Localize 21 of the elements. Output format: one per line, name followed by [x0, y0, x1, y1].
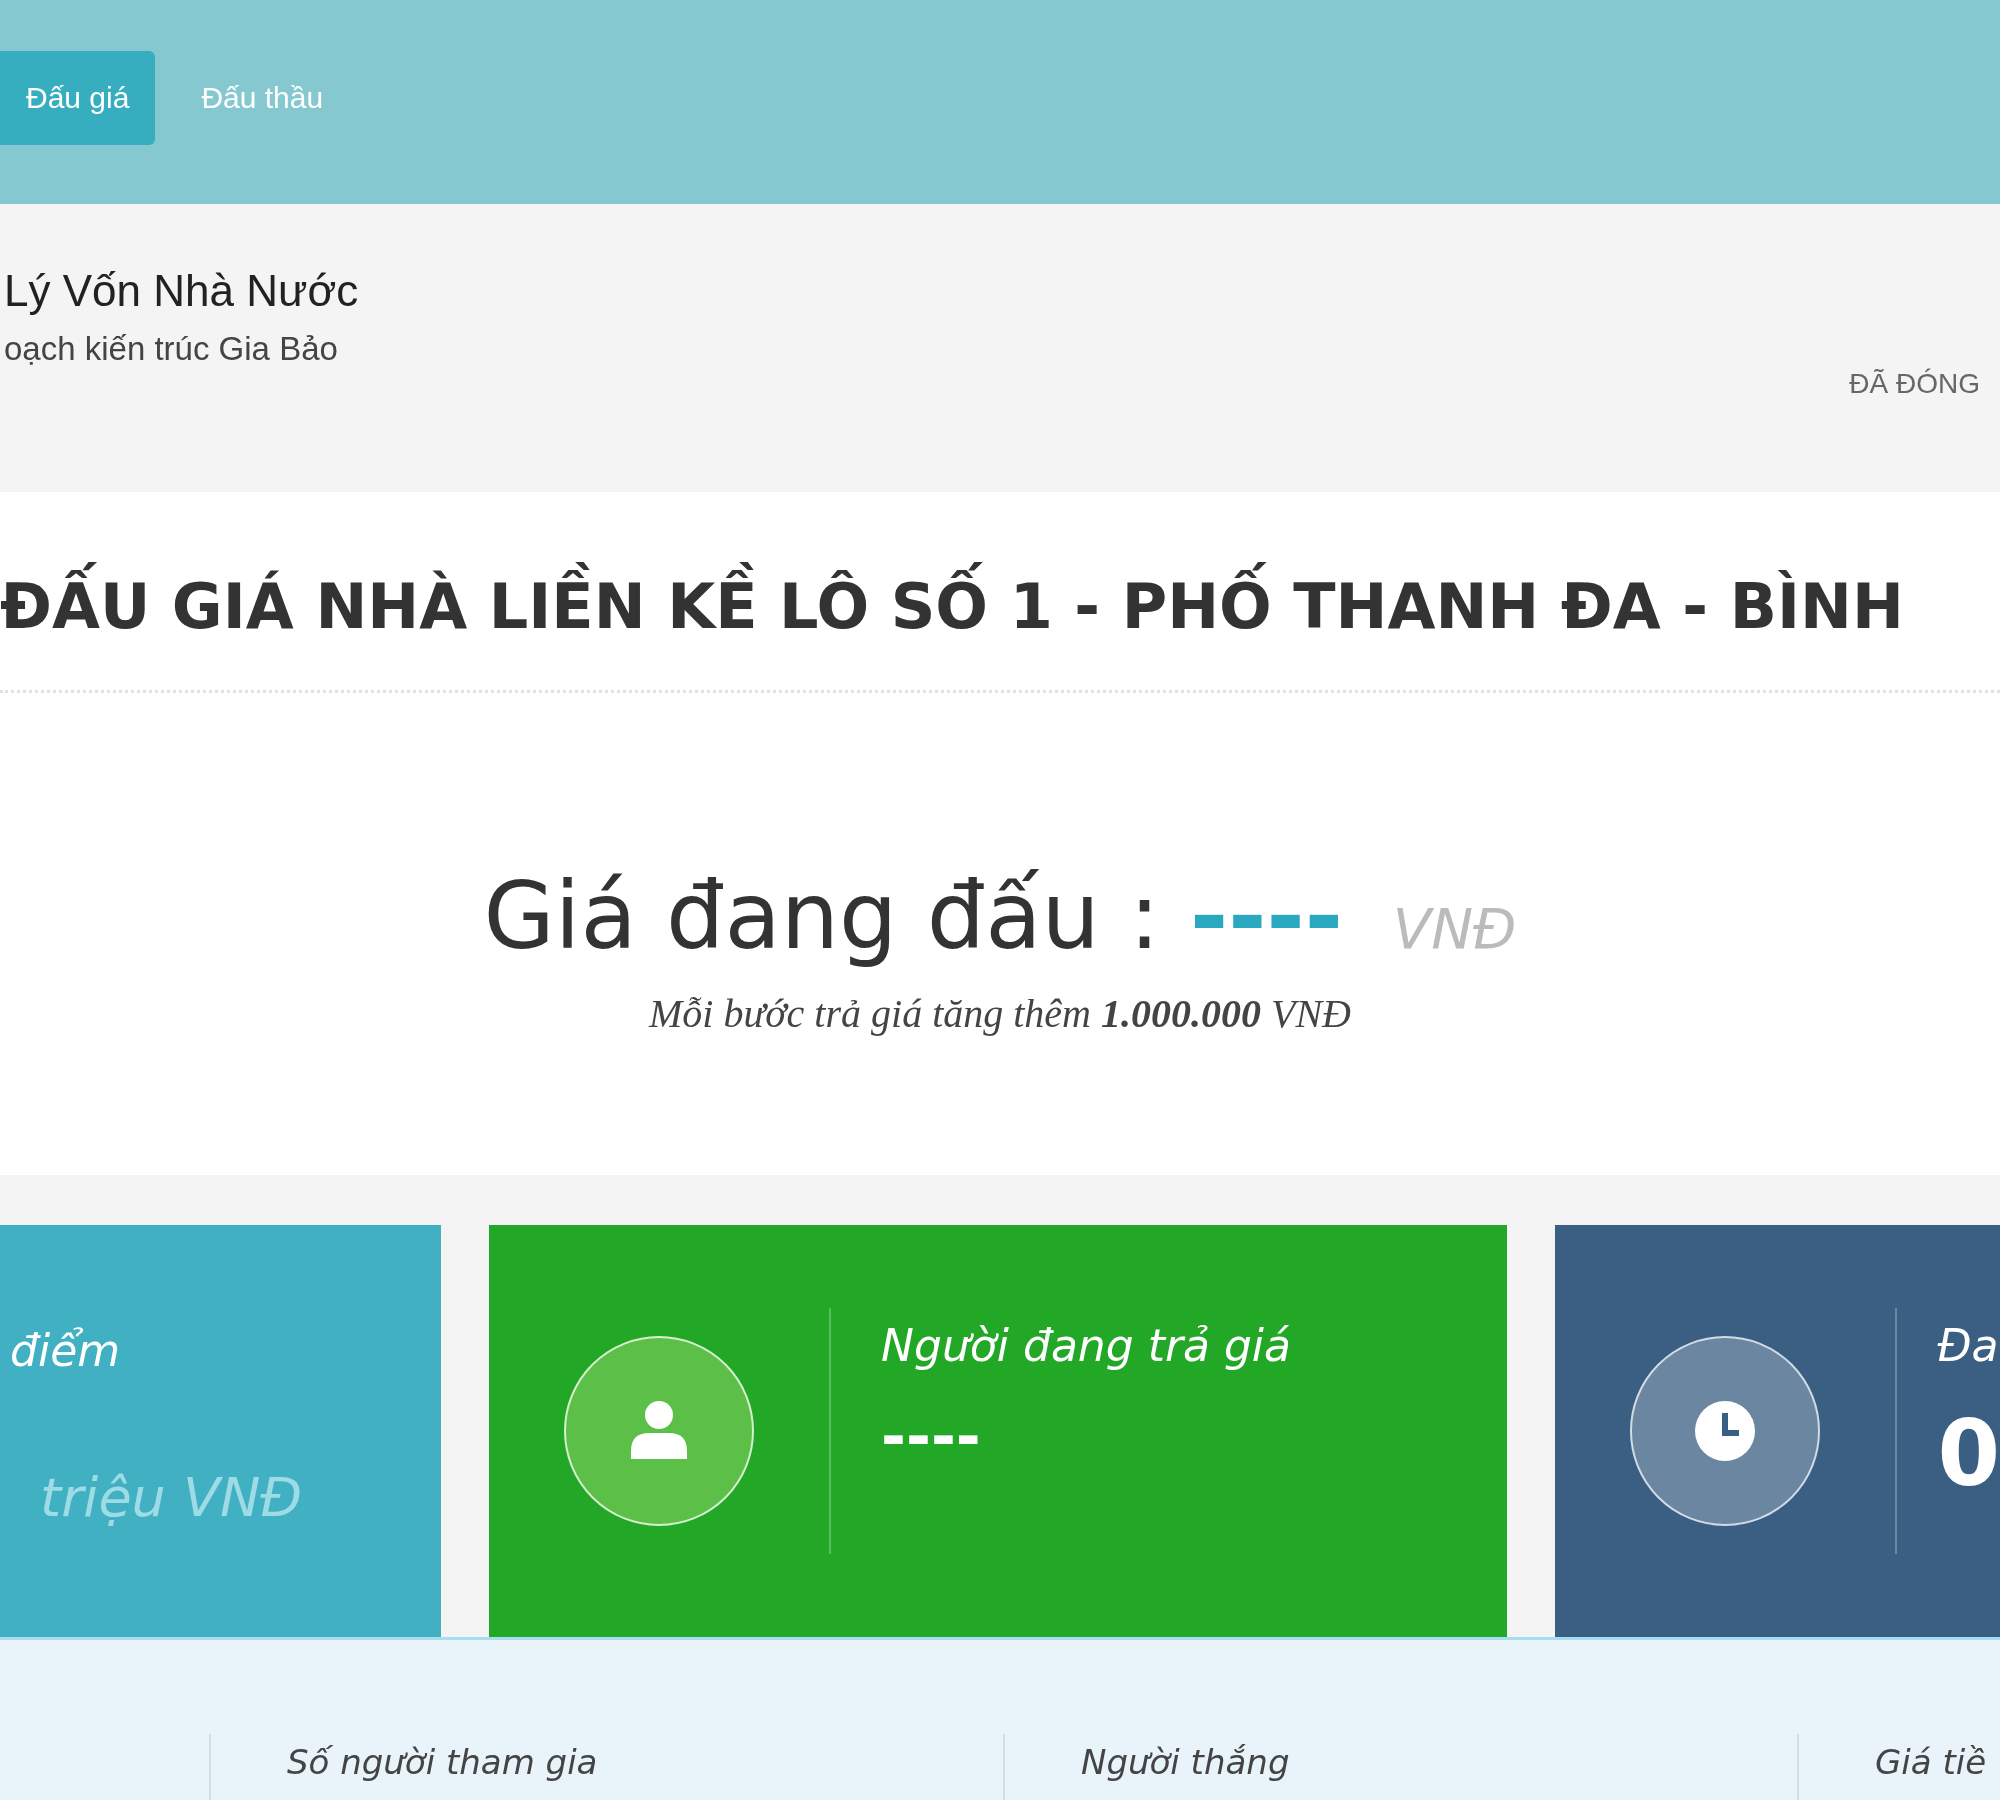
nav-tab[interactable]: Đấu thầu	[175, 51, 350, 145]
card-label: Đa	[1937, 1320, 2000, 1371]
column-header: Người thắng	[1080, 1742, 1291, 1782]
status-label: ĐÃ ĐÓNG	[1849, 368, 1980, 400]
column-header: Số người tham gia	[286, 1742, 599, 1782]
nav-tab[interactable]: Đấu giá	[0, 51, 156, 145]
card-value: 0	[1937, 1401, 2000, 1506]
organization-name: Lý Vốn Nhà Nước	[4, 266, 359, 316]
auction-title: ĐẤU GIÁ NHÀ LIỀN KỀ LÔ SỐ 1 - PHỐ THANH ĐA - BÌNH	[0, 562, 1904, 652]
price-value: ----	[1190, 862, 1343, 970]
bid-step-note: Mỗi bước trả giá tăng thêm 1.000.000 VNĐ	[649, 989, 1351, 1037]
price-unit: VNĐ	[1392, 895, 1517, 961]
price-label: Giá đang đấu :	[483, 862, 1161, 970]
card-value: triệu VNĐ	[39, 1466, 303, 1529]
organization-subtitle: oạch kiến trúc Gia Bảo	[4, 330, 339, 368]
column-header: Giá tiề	[1874, 1742, 1987, 1782]
card-label: Người đang trả giá	[881, 1320, 1292, 1371]
card-value: ----	[881, 1401, 982, 1471]
person-icon	[563, 1335, 756, 1527]
card-label: điểm	[10, 1325, 122, 1376]
clock-icon	[1629, 1335, 1822, 1527]
